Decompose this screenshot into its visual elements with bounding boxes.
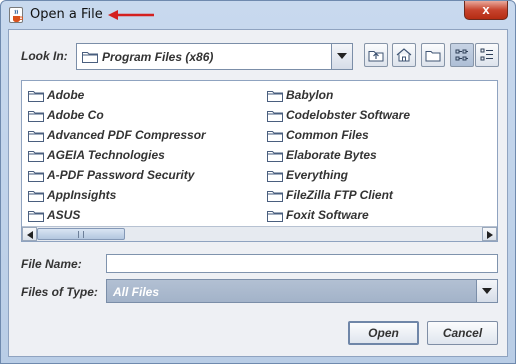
new-folder-icon [425,51,441,62]
files-of-type-value: All Files [113,285,160,299]
folder-icon [82,52,98,63]
close-icon: x [482,2,490,17]
chevron-down-icon [337,53,347,59]
list-item-label: Common Files [286,128,369,142]
files-of-type-label: Files of Type: [21,285,98,299]
folder-up-icon [368,51,384,62]
details-view-button[interactable] [475,43,499,67]
files-of-type-dropdown-button[interactable] [476,280,497,302]
chevron-down-icon [482,288,492,294]
create-new-folder-button[interactable] [421,43,445,67]
up-one-level-button[interactable] [364,43,388,67]
list-view-button[interactable] [450,43,474,67]
chevron-right-icon [487,231,493,239]
file-name-label: File Name: [21,257,82,271]
file-name-input[interactable] [106,254,498,273]
look-in-dropdown-button[interactable] [331,44,352,69]
list-item-label: Adobe Co [47,108,104,122]
list-item-label: Foxit Software [286,208,369,222]
list-item-label: Everything [286,168,349,182]
list-view-icon [455,49,468,61]
list-item-label: Adobe [47,88,85,102]
list-item-label: ASUS [47,208,81,222]
folder-icon [28,91,44,102]
list-item-label: AGEIA Technologies [47,148,165,162]
scroll-right-button[interactable] [482,227,497,241]
chevron-left-icon [27,231,33,239]
file-list[interactable]: Adobe Adobe Co Advanced PDF Compressor A… [21,80,498,242]
files-of-type-combo[interactable]: All Files [106,279,498,303]
look-in-label: Look In: [21,49,68,63]
scrollbar-thumb[interactable] [37,228,125,240]
folder-icon [267,111,283,122]
folder-icon [267,211,283,222]
cancel-button[interactable]: Cancel [427,321,498,345]
folder-icon [28,211,44,222]
annotation-arrow-icon [108,10,154,20]
list-item-label: Elaborate Bytes [286,148,377,162]
folder-icon [267,131,283,142]
list-item-label: Codelobster Software [286,108,411,122]
folder-icon [267,191,283,202]
open-button[interactable]: Open [348,321,419,345]
folder-icon [28,171,44,182]
java-cup-icon [9,7,23,23]
home-button[interactable] [392,43,416,67]
list-item-label: Babylon [286,88,334,102]
close-button[interactable]: x [464,1,508,20]
folder-icon [267,91,283,102]
open-file-dialog: Open a File x Look In: Program Files (x8… [0,0,516,364]
folder-icon [28,111,44,122]
folder-icon [28,191,44,202]
title-bar[interactable]: Open a File x [1,1,515,29]
folder-icon [28,131,44,142]
window-title: Open a File [30,7,103,22]
folder-icon [28,151,44,162]
grip-icon [78,231,84,238]
list-item-label: Advanced PDF Compressor [47,128,206,142]
list-item-label: FileZilla FTP Client [286,188,393,202]
horizontal-scrollbar[interactable] [22,226,497,241]
scroll-left-button[interactable] [22,227,37,241]
folder-icon [267,171,283,182]
list-item-label: AppInsights [47,188,117,202]
folder-icon [267,151,283,162]
home-icon [396,48,412,62]
look-in-combo[interactable]: Program Files (x86) [76,43,353,70]
dialog-body: Look In: Program Files (x86) Adobe Adobe… [8,29,508,357]
list-item-label: A-PDF Password Security [47,168,195,182]
details-view-icon [480,48,493,61]
look-in-value: Program Files (x86) [102,50,214,64]
